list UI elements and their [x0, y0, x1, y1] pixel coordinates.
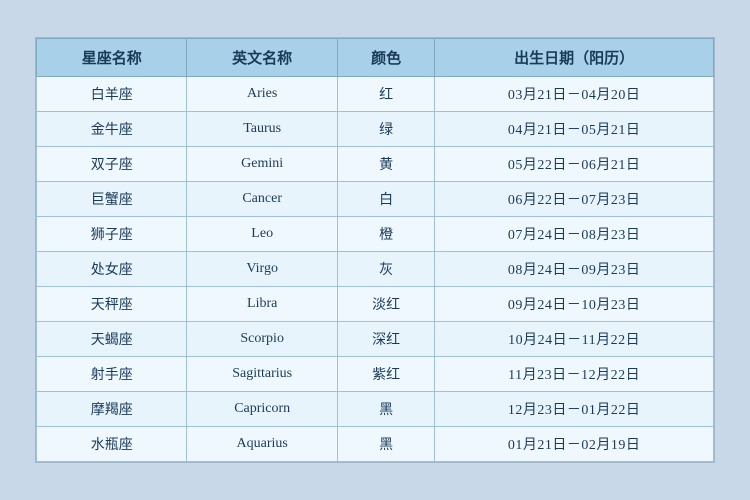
- table-cell: Sagittarius: [187, 357, 337, 392]
- table-row: 天秤座Libra淡红09月24日－10月23日: [37, 287, 714, 322]
- table-cell: Leo: [187, 217, 337, 252]
- table-cell: 白: [337, 182, 434, 217]
- table-cell: 深红: [337, 322, 434, 357]
- table-cell: 07月24日－08月23日: [435, 217, 714, 252]
- table-row: 双子座Gemini黄05月22日－06月21日: [37, 147, 714, 182]
- table-cell: 巨蟹座: [37, 182, 187, 217]
- table-cell: 05月22日－06月21日: [435, 147, 714, 182]
- table-cell: 03月21日－04月20日: [435, 77, 714, 112]
- table-cell: 08月24日－09月23日: [435, 252, 714, 287]
- table-row: 金牛座Taurus绿04月21日－05月21日: [37, 112, 714, 147]
- table-cell: 黑: [337, 427, 434, 462]
- table-cell: 11月23日－12月22日: [435, 357, 714, 392]
- table-cell: 绿: [337, 112, 434, 147]
- table-row: 巨蟹座Cancer白06月22日－07月23日: [37, 182, 714, 217]
- table-cell: Aries: [187, 77, 337, 112]
- table-cell: 处女座: [37, 252, 187, 287]
- table-cell: 01月21日－02月19日: [435, 427, 714, 462]
- col-header-chinese-name: 星座名称: [37, 39, 187, 77]
- table-cell: 水瓶座: [37, 427, 187, 462]
- zodiac-table: 星座名称 英文名称 颜色 出生日期（阳历） 白羊座Aries红03月21日－04…: [36, 38, 714, 462]
- table-cell: 射手座: [37, 357, 187, 392]
- table-cell: 双子座: [37, 147, 187, 182]
- table-cell: 金牛座: [37, 112, 187, 147]
- table-cell: Aquarius: [187, 427, 337, 462]
- table-cell: 12月23日－01月22日: [435, 392, 714, 427]
- col-header-color: 颜色: [337, 39, 434, 77]
- table-cell: 狮子座: [37, 217, 187, 252]
- table-cell: 09月24日－10月23日: [435, 287, 714, 322]
- table-cell: 白羊座: [37, 77, 187, 112]
- table-row: 射手座Sagittarius紫红11月23日－12月22日: [37, 357, 714, 392]
- table-row: 摩羯座Capricorn黑12月23日－01月22日: [37, 392, 714, 427]
- table-cell: 红: [337, 77, 434, 112]
- table-cell: Scorpio: [187, 322, 337, 357]
- table-row: 水瓶座Aquarius黑01月21日－02月19日: [37, 427, 714, 462]
- table-row: 天蝎座Scorpio深红10月24日－11月22日: [37, 322, 714, 357]
- col-header-date: 出生日期（阳历）: [435, 39, 714, 77]
- table-cell: 淡红: [337, 287, 434, 322]
- table-cell: Capricorn: [187, 392, 337, 427]
- table-cell: 06月22日－07月23日: [435, 182, 714, 217]
- table-cell: Cancer: [187, 182, 337, 217]
- table-cell: 灰: [337, 252, 434, 287]
- table-cell: Libra: [187, 287, 337, 322]
- table-cell: Virgo: [187, 252, 337, 287]
- table-row: 狮子座Leo橙07月24日－08月23日: [37, 217, 714, 252]
- table-cell: 橙: [337, 217, 434, 252]
- col-header-english-name: 英文名称: [187, 39, 337, 77]
- table-cell: 摩羯座: [37, 392, 187, 427]
- table-row: 白羊座Aries红03月21日－04月20日: [37, 77, 714, 112]
- table-cell: 黄: [337, 147, 434, 182]
- table-header-row: 星座名称 英文名称 颜色 出生日期（阳历）: [37, 39, 714, 77]
- zodiac-table-container: 星座名称 英文名称 颜色 出生日期（阳历） 白羊座Aries红03月21日－04…: [35, 37, 715, 463]
- table-cell: 天秤座: [37, 287, 187, 322]
- table-cell: Gemini: [187, 147, 337, 182]
- table-cell: 黑: [337, 392, 434, 427]
- table-cell: 10月24日－11月22日: [435, 322, 714, 357]
- table-cell: 紫红: [337, 357, 434, 392]
- table-cell: 04月21日－05月21日: [435, 112, 714, 147]
- table-row: 处女座Virgo灰08月24日－09月23日: [37, 252, 714, 287]
- table-cell: 天蝎座: [37, 322, 187, 357]
- table-cell: Taurus: [187, 112, 337, 147]
